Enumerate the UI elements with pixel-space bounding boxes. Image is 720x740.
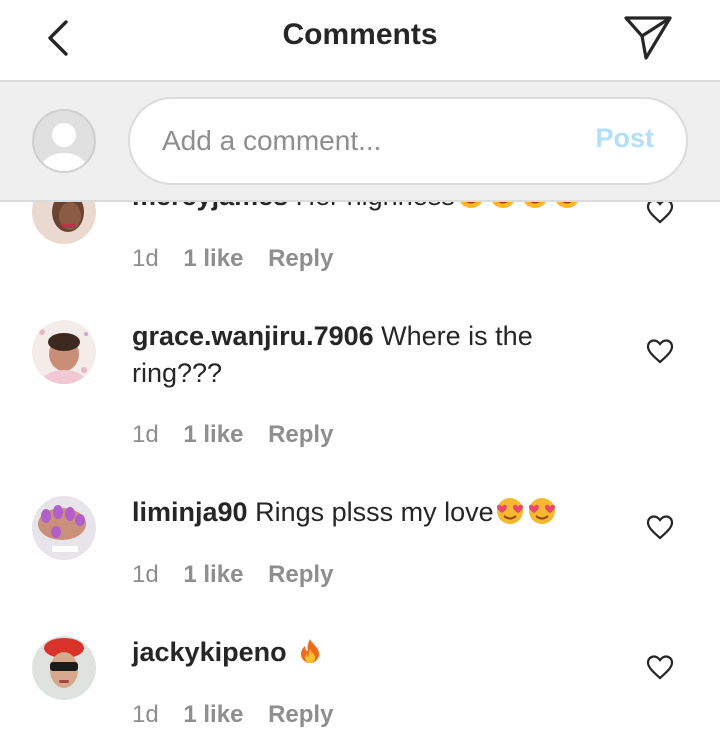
- app-header: Comments: [0, 0, 720, 82]
- avatar[interactable]: [32, 636, 96, 700]
- comment-time: 1d: [132, 421, 159, 448]
- comment-message: Rings plsss my love: [255, 497, 494, 527]
- comment-time: 1d: [132, 245, 159, 272]
- comment-username[interactable]: liminja90: [132, 497, 248, 527]
- comment-likes[interactable]: 1 like: [183, 561, 243, 588]
- reply-button[interactable]: Reply: [268, 245, 333, 272]
- comment-likes[interactable]: 1 like: [183, 245, 243, 272]
- heart-icon[interactable]: [646, 514, 674, 540]
- reply-button[interactable]: Reply: [268, 421, 333, 448]
- avatar: [32, 109, 96, 173]
- reply-button[interactable]: Reply: [268, 561, 333, 588]
- paper-plane-icon[interactable]: [620, 12, 676, 62]
- avatar[interactable]: [32, 320, 96, 384]
- comment-username[interactable]: jackykipeno: [132, 637, 287, 667]
- comment-likes[interactable]: 1 like: [183, 421, 243, 448]
- page-title: Comments: [282, 18, 438, 51]
- heart-icon[interactable]: [646, 654, 674, 680]
- comment-composer: Post: [0, 82, 720, 202]
- comment-meta: 1d 1 like Reply: [132, 245, 351, 273]
- avatar[interactable]: [32, 496, 96, 560]
- fire-emoji-icon: [294, 637, 326, 667]
- heart-icon[interactable]: [646, 338, 674, 364]
- reply-button[interactable]: Reply: [268, 701, 333, 728]
- heart-eyes-emoji-icon: [494, 497, 558, 527]
- comment-meta: 1d 1 like Reply: [132, 701, 351, 729]
- comment-text: jackykipeno: [132, 634, 602, 671]
- comment-text: liminja90 Rings plsss my love: [132, 494, 602, 531]
- comment-input-wrapper: Post: [128, 97, 688, 185]
- comment-likes[interactable]: 1 like: [183, 701, 243, 728]
- comment-input[interactable]: [162, 119, 562, 163]
- comment-text: grace.wanjiru.7906 Where is the ring???: [132, 318, 602, 392]
- comment-username[interactable]: grace.wanjiru.7906: [132, 321, 374, 351]
- comment-meta: 1d 1 like Reply: [132, 421, 351, 449]
- comment-time: 1d: [132, 701, 159, 728]
- post-button[interactable]: Post: [595, 123, 654, 154]
- comment-time: 1d: [132, 561, 159, 588]
- comment-meta: 1d 1 like Reply: [132, 561, 351, 589]
